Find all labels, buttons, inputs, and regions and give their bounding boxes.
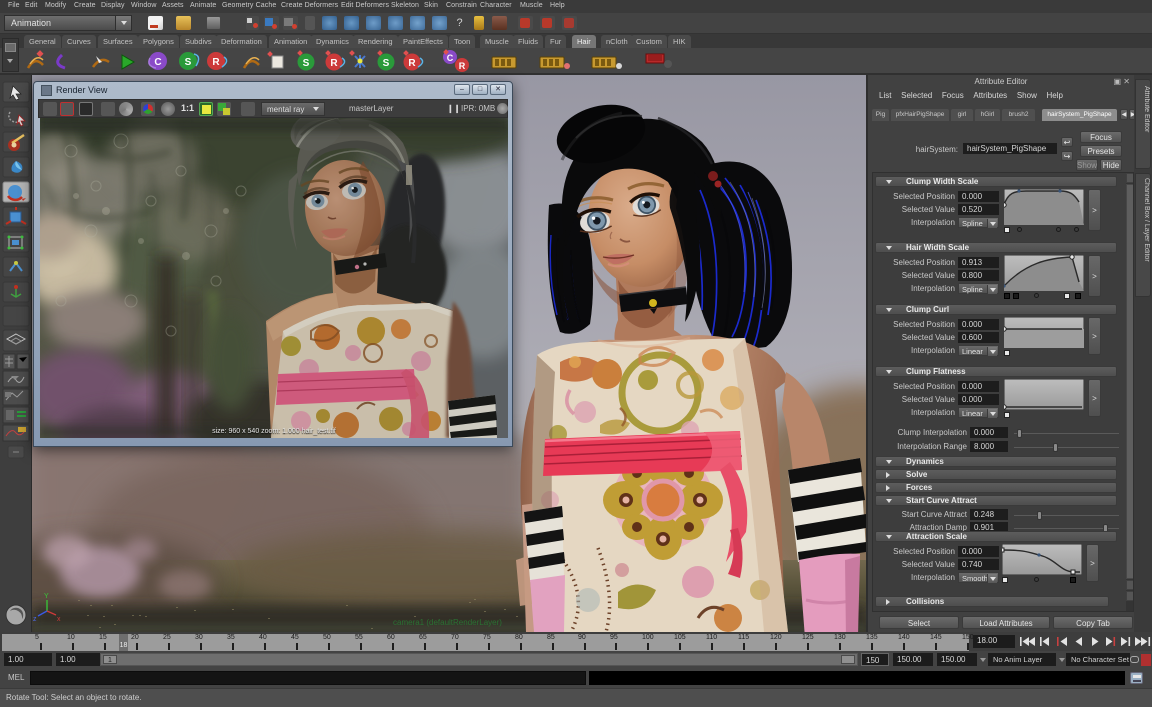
svg-text:R: R [330, 58, 338, 69]
svg-text:z: z [33, 616, 37, 623]
svg-text:C: C [154, 57, 161, 68]
svg-text:S: S [185, 57, 192, 68]
svg-text:R: R [212, 57, 220, 68]
svg-text:R: R [459, 61, 466, 71]
svg-text:S: S [303, 58, 310, 69]
svg-text:Y: Y [44, 593, 49, 600]
svg-text:C: C [447, 53, 454, 63]
svg-text:x: x [57, 616, 61, 623]
svg-text:S: S [383, 58, 390, 69]
svg-text:R: R [408, 58, 416, 69]
svg-text:camera1 (defaultRenderLayer): camera1 (defaultRenderLayer) [393, 618, 502, 627]
